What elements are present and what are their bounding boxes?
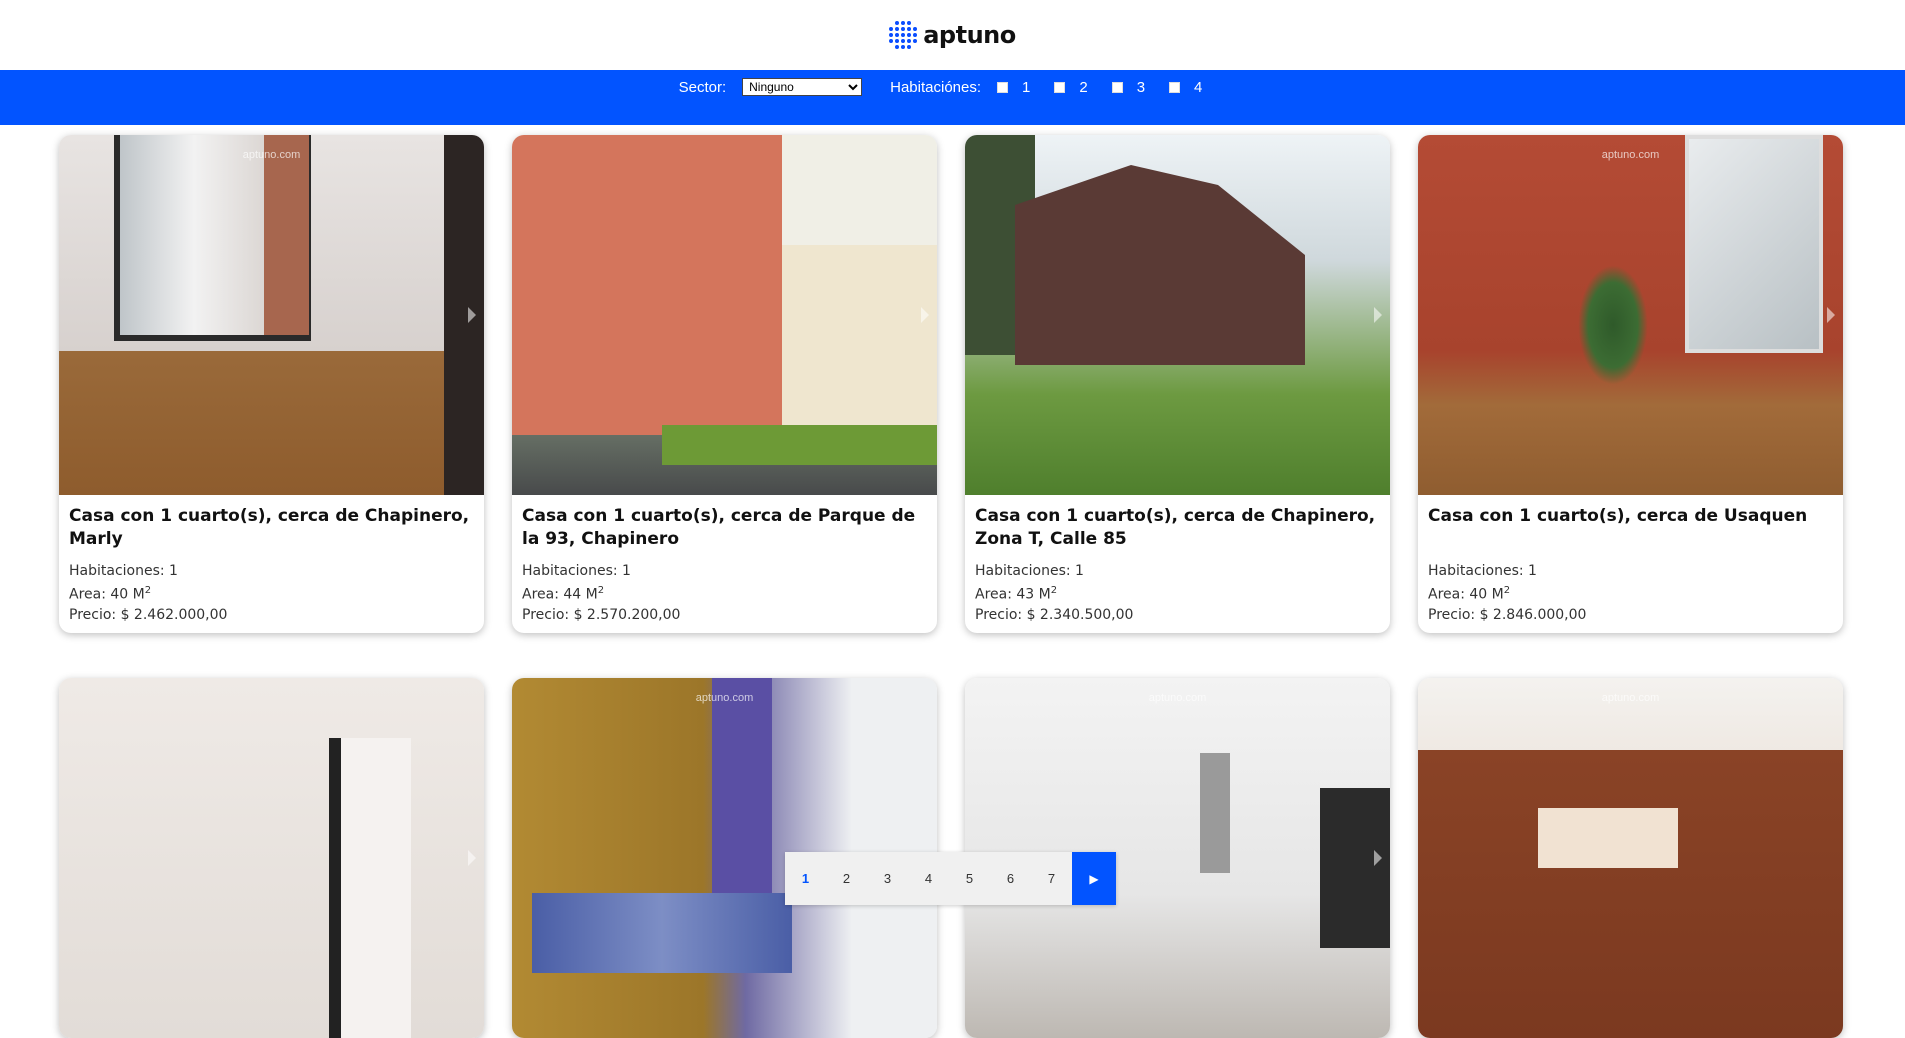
listing-card[interactable]: aptuno.com xyxy=(1418,678,1843,1038)
next-photo-icon[interactable] xyxy=(921,307,929,323)
next-photo-icon[interactable] xyxy=(1374,850,1382,866)
play-arrow-icon: ▶ xyxy=(1089,871,1099,886)
listing-card[interactable]: aptuno.com Casa con 1 cuarto(s), cerca d… xyxy=(1418,135,1843,633)
listing-title: Casa con 1 cuarto(s), cerca de Chapinero… xyxy=(975,506,1376,549)
listing-price: Precio: $ 2.846.000,00 xyxy=(1428,607,1587,623)
page-5-button[interactable]: 5 xyxy=(949,852,990,905)
listing-title: Casa con 1 cuarto(s), cerca de Parque de… xyxy=(522,506,916,549)
listing-area: Area: 44 M2 xyxy=(522,585,605,603)
checkbox-icon[interactable] xyxy=(1111,81,1123,93)
listing-title: Casa con 1 cuarto(s), cerca de Usaquen xyxy=(1428,506,1808,526)
next-photo-icon[interactable] xyxy=(1374,307,1382,323)
watermark: aptuno.com xyxy=(1601,149,1660,161)
watermark: aptuno.com xyxy=(695,692,754,704)
watermark: aptuno.com xyxy=(1601,692,1660,704)
listing-area: Area: 40 M2 xyxy=(69,585,152,603)
rooms-option-4[interactable]: 4 xyxy=(1169,79,1202,96)
filter-bar: Sector: Ninguno Habitaciónes: 1 2 3 4 xyxy=(0,70,1905,125)
listing-photo[interactable] xyxy=(512,135,937,495)
listing-photo[interactable]: aptuno.com xyxy=(1418,135,1843,495)
listing-card[interactable]: aptuno.com Casa con 1 cuarto(s), cerca d… xyxy=(59,135,484,633)
rooms-option-3[interactable]: 3 xyxy=(1111,79,1145,96)
page-6-button[interactable]: 6 xyxy=(990,852,1031,905)
watermark: aptuno.com xyxy=(1148,692,1207,704)
sector-label: Sector: xyxy=(678,78,727,96)
listing-rooms: Habitaciones: 1 xyxy=(69,563,178,580)
listing-photo[interactable] xyxy=(59,678,484,1038)
listing-info: Habitaciones: 1 Area: 43 M2 Precio: $ 2.… xyxy=(975,561,1133,625)
listing-rooms: Habitaciones: 1 xyxy=(522,563,631,580)
next-page-button[interactable]: ▶ xyxy=(1072,852,1116,905)
listing-card[interactable]: Casa con 1 cuarto(s), cerca de Parque de… xyxy=(512,135,937,633)
listing-photo[interactable]: aptuno.com xyxy=(1418,678,1843,1038)
listing-price: Precio: $ 2.462.000,00 xyxy=(69,607,228,623)
listing-info: Habitaciones: 1 Area: 40 M2 Precio: $ 2.… xyxy=(69,561,227,625)
listing-title: Casa con 1 cuarto(s), cerca de Chapinero… xyxy=(69,506,470,549)
listing-photo[interactable]: aptuno.com xyxy=(59,135,484,495)
rooms-label: Habitaciónes: xyxy=(890,78,982,96)
rooms-option-2[interactable]: 2 xyxy=(1054,79,1088,96)
page-4-button[interactable]: 4 xyxy=(908,852,949,905)
checkbox-icon[interactable] xyxy=(1169,81,1181,93)
sector-select[interactable]: Ninguno xyxy=(742,78,863,96)
page-3-button[interactable]: 3 xyxy=(867,852,908,905)
next-photo-icon[interactable] xyxy=(468,307,476,323)
page-7-button[interactable]: 7 xyxy=(1031,852,1072,905)
listing-rooms: Habitaciones: 1 xyxy=(975,563,1084,580)
checkbox-icon[interactable] xyxy=(997,81,1009,93)
listing-card[interactable] xyxy=(59,678,484,1038)
site-header: aptuno xyxy=(0,0,1905,70)
listing-info: Habitaciones: 1 Area: 44 M2 Precio: $ 2.… xyxy=(522,561,680,625)
listing-photo[interactable] xyxy=(965,135,1390,495)
listing-card[interactable]: Casa con 1 cuarto(s), cerca de Chapinero… xyxy=(965,135,1390,633)
next-photo-icon[interactable] xyxy=(468,850,476,866)
listing-price: Precio: $ 2.570.200,00 xyxy=(522,607,681,623)
watermark: aptuno.com xyxy=(242,149,301,161)
listing-rooms: Habitaciones: 1 xyxy=(1428,563,1537,580)
next-photo-icon[interactable] xyxy=(1827,307,1835,323)
pagination: 1 2 3 4 5 6 7 ▶ xyxy=(785,852,1116,905)
page-1-button[interactable]: 1 xyxy=(785,852,826,905)
listing-area: Area: 43 M2 xyxy=(975,585,1058,603)
page-2-button[interactable]: 2 xyxy=(826,852,867,905)
listing-price: Precio: $ 2.340.500,00 xyxy=(975,607,1134,623)
listing-area: Area: 40 M2 xyxy=(1428,585,1511,603)
rooms-option-1[interactable]: 1 xyxy=(997,79,1030,96)
logo[interactable]: aptuno xyxy=(889,21,1016,49)
checkbox-icon[interactable] xyxy=(1054,81,1066,93)
aptuno-logo-icon xyxy=(889,21,918,49)
listing-info: Habitaciones: 1 Area: 40 M2 Precio: $ 2.… xyxy=(1428,561,1586,625)
logo-text: aptuno xyxy=(923,21,1016,49)
